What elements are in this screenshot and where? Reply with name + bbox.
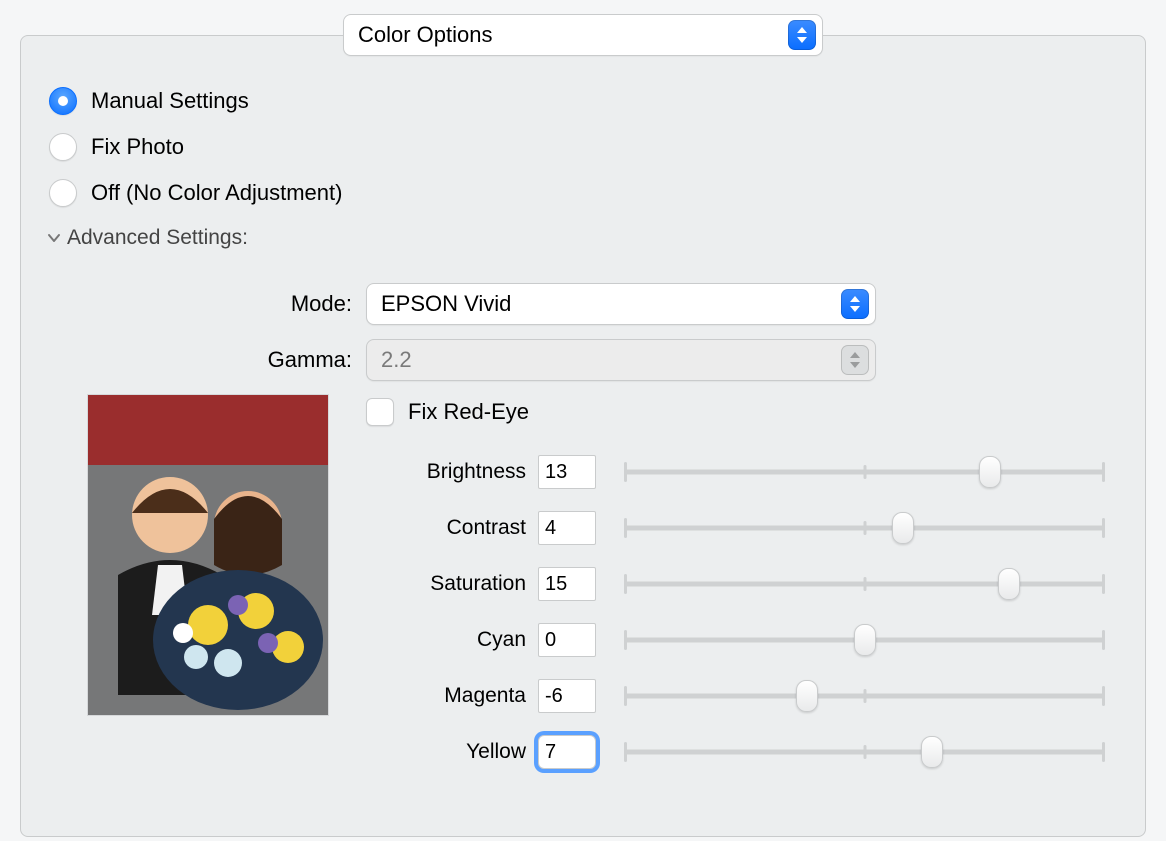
slider-row-brightness: Brightness: [366, 444, 1105, 500]
mode-row: Mode: EPSON Vivid: [71, 276, 1115, 332]
tick-icon: [1102, 686, 1105, 706]
slider-thumb-icon[interactable]: [979, 456, 1001, 488]
chevron-down-icon: [47, 231, 61, 245]
contrast-slider[interactable]: [624, 511, 1105, 545]
saturation-slider[interactable]: [624, 567, 1105, 601]
gamma-row: Gamma: 2.2: [71, 332, 1115, 388]
mode-popup[interactable]: EPSON Vivid: [366, 283, 876, 325]
slider-row-saturation: Saturation: [366, 556, 1105, 612]
panel-selector-popup[interactable]: Color Options: [343, 14, 823, 56]
slider-group: Brightness Contrast Saturation Cyan Magenta Y…: [366, 444, 1105, 780]
checkbox-icon: [366, 398, 394, 426]
slider-row-yellow: Yellow: [366, 724, 1105, 780]
advanced-settings-disclosure[interactable]: Advanced Settings:: [47, 226, 248, 250]
yellow-label: Yellow: [366, 740, 538, 764]
magenta-slider[interactable]: [624, 679, 1105, 713]
radio-fix-photo[interactable]: Fix Photo: [49, 124, 342, 170]
preview-image: [87, 394, 329, 716]
yellow-input[interactable]: [538, 735, 596, 769]
gamma-value: 2.2: [381, 347, 841, 373]
advanced-settings-label: Advanced Settings:: [67, 226, 248, 250]
tick-icon: [863, 521, 866, 535]
slider-thumb-icon[interactable]: [998, 568, 1020, 600]
yellow-slider[interactable]: [624, 735, 1105, 769]
mode-label: Mode:: [71, 291, 366, 317]
saturation-input[interactable]: [538, 567, 596, 601]
brightness-label: Brightness: [366, 460, 538, 484]
tick-icon: [863, 577, 866, 591]
contrast-input[interactable]: [538, 511, 596, 545]
gamma-popup: 2.2: [366, 339, 876, 381]
radio-icon: [49, 87, 77, 115]
panel-selector-label: Color Options: [358, 22, 788, 48]
magenta-label: Magenta: [366, 684, 538, 708]
cyan-input[interactable]: [538, 623, 596, 657]
brightness-slider[interactable]: [624, 455, 1105, 489]
radio-label-manual: Manual Settings: [91, 88, 249, 114]
tick-icon: [863, 745, 866, 759]
radio-no-color-adjust[interactable]: Off (No Color Adjustment): [49, 170, 342, 216]
brightness-input[interactable]: [538, 455, 596, 489]
color-options-panel: Color Options Manual Settings Fix Photo …: [20, 35, 1146, 837]
gamma-label: Gamma:: [71, 347, 366, 373]
slider-thumb-icon[interactable]: [854, 624, 876, 656]
radio-icon: [49, 133, 77, 161]
contrast-label: Contrast: [366, 516, 538, 540]
tick-icon: [1102, 630, 1105, 650]
slider-thumb-icon[interactable]: [892, 512, 914, 544]
slider-row-contrast: Contrast: [366, 500, 1105, 556]
updown-icon: [788, 20, 816, 50]
fix-red-eye-row[interactable]: Fix Red-Eye: [366, 398, 529, 426]
radio-label-fix: Fix Photo: [91, 134, 184, 160]
saturation-label: Saturation: [366, 572, 538, 596]
mode-radio-group: Manual Settings Fix Photo Off (No Color …: [49, 78, 342, 216]
root: Color Options Manual Settings Fix Photo …: [0, 0, 1166, 841]
tick-icon: [1102, 518, 1105, 538]
tick-icon: [863, 465, 866, 479]
slider-thumb-icon[interactable]: [921, 736, 943, 768]
slider-thumb-icon[interactable]: [796, 680, 818, 712]
mode-value: EPSON Vivid: [381, 291, 841, 317]
slider-row-cyan: Cyan: [366, 612, 1105, 668]
radio-manual-settings[interactable]: Manual Settings: [49, 78, 342, 124]
magenta-input[interactable]: [538, 679, 596, 713]
tick-icon: [863, 689, 866, 703]
radio-icon: [49, 179, 77, 207]
tick-icon: [1102, 574, 1105, 594]
tick-icon: [1102, 742, 1105, 762]
advanced-form-rows: Mode: EPSON Vivid Gamma: 2.2: [71, 276, 1115, 388]
slider-row-magenta: Magenta: [366, 668, 1105, 724]
tick-icon: [1102, 462, 1105, 482]
radio-label-off: Off (No Color Adjustment): [91, 180, 342, 206]
cyan-label: Cyan: [366, 628, 538, 652]
updown-icon: [841, 289, 869, 319]
updown-icon: [841, 345, 869, 375]
cyan-slider[interactable]: [624, 623, 1105, 657]
fix-red-eye-label: Fix Red-Eye: [408, 399, 529, 425]
